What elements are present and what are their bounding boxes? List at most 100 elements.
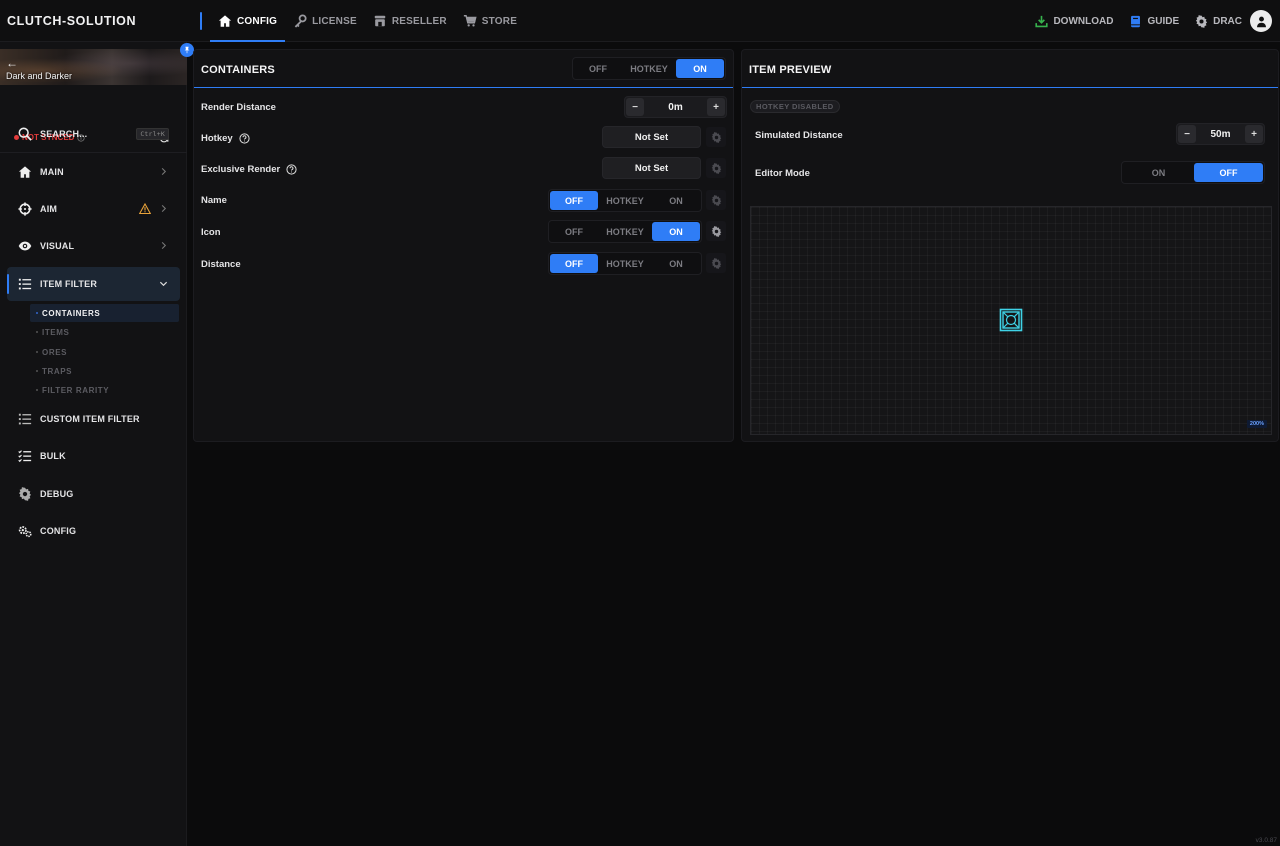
tab-store[interactable]: STORE (455, 0, 525, 42)
avatar[interactable] (1250, 10, 1272, 32)
eye-icon (18, 241, 32, 251)
crosshair-icon (18, 202, 32, 216)
toggle-hotkey[interactable]: HOTKEY (598, 222, 652, 241)
toggle-off[interactable]: OFF (1194, 163, 1263, 182)
toggle-on[interactable]: ON (676, 59, 724, 78)
sidebar-item-bulk[interactable]: BULK (7, 439, 180, 473)
sidebar-search[interactable]: SEARCH... Ctrl+K (7, 117, 180, 151)
hotkey-button[interactable]: Not Set (602, 126, 701, 148)
sidebar-item-visual[interactable]: VISUAL (7, 229, 180, 263)
sidebar-subitem-containers[interactable]: CONTAINERS (30, 304, 179, 322)
sidebar-item-main[interactable]: MAIN (7, 155, 180, 189)
sidebar-item-debug[interactable]: DEBUG (7, 477, 180, 511)
hotkey-label: Hotkey (201, 133, 250, 144)
brand-separator (200, 12, 202, 30)
checklist-icon (18, 450, 32, 463)
sidebar-item-config[interactable]: CONFIG (7, 514, 180, 548)
distance-settings-button[interactable] (706, 253, 726, 273)
chest-preview-icon[interactable] (999, 308, 1023, 332)
sidebar-item-label: AIM (40, 204, 58, 214)
chevron-right-icon (161, 204, 167, 213)
toggle-off[interactable]: OFF (550, 254, 598, 273)
name-text: Name (201, 195, 227, 206)
toggle-on[interactable]: ON (652, 191, 700, 210)
main-nav: CONFIG LICENSE RESELLER STORE (210, 0, 525, 42)
chevron-down-icon (159, 281, 168, 287)
exclusive-render-text: Exclusive Render (201, 164, 281, 175)
exclusive-render-label: Exclusive Render (201, 164, 297, 175)
simulated-distance-value[interactable]: 50m (1197, 129, 1244, 140)
game-banner[interactable]: ← Dark and Darker (0, 49, 187, 85)
search-shortcut: Ctrl+K (136, 128, 169, 140)
preview-canvas[interactable]: 200% (750, 206, 1272, 435)
distance-text: Distance (201, 259, 241, 270)
gear-icon (711, 194, 721, 206)
hotkey-disabled-badge: HOTKEY DISABLED (750, 100, 840, 113)
pin-button[interactable] (180, 43, 194, 57)
sidebar-item-aim[interactable]: AIM (7, 192, 180, 226)
sidebar-item-label: BULK (40, 451, 66, 461)
sidebar-subitem-traps[interactable]: TRAPS (30, 362, 179, 380)
sidebar-subitem-filter-rarity[interactable]: FILTER RARITY (30, 381, 179, 399)
exclusive-render-settings-button[interactable] (706, 158, 726, 178)
subitem-label: CONTAINERS (42, 308, 101, 318)
render-distance-value[interactable]: 0m (645, 102, 706, 113)
toggle-hotkey[interactable]: HOTKEY (622, 59, 676, 78)
sidebar-item-label: CONFIG (40, 526, 77, 536)
subitem-label: ITEMS (42, 327, 70, 337)
help-icon[interactable] (286, 164, 297, 175)
top-right-actions: DOWNLOAD GUIDE DRAC (1035, 0, 1272, 42)
tab-store-label: STORE (481, 15, 518, 27)
toggle-off[interactable]: OFF (574, 59, 622, 78)
editor-mode-label: Editor Mode (755, 168, 810, 179)
pin-icon (184, 46, 190, 54)
download-button[interactable]: DOWNLOAD (1035, 15, 1113, 28)
render-distance-label: Render Distance (201, 102, 276, 113)
editor-mode-text: Editor Mode (755, 168, 810, 179)
distance-toggle: OFF HOTKEY ON (548, 252, 702, 275)
gear-icon (711, 225, 721, 237)
simulated-distance-stepper: − 50m + (1176, 123, 1265, 145)
sidebar-item-custom-item-filter[interactable]: CUSTOM ITEM FILTER (7, 402, 180, 436)
increment-button[interactable]: + (1245, 125, 1263, 143)
icon-label: Icon (201, 227, 221, 238)
toggle-hotkey[interactable]: HOTKEY (598, 191, 652, 210)
store-icon (374, 15, 386, 27)
guide-button[interactable]: GUIDE (1129, 15, 1179, 28)
subitem-label: FILTER RARITY (42, 385, 110, 395)
tab-config[interactable]: CONFIG (210, 0, 286, 42)
tab-reseller-label: RESELLER (391, 15, 447, 27)
name-settings-button[interactable] (706, 190, 726, 210)
cart-icon (463, 15, 477, 27)
toggle-off[interactable]: OFF (550, 191, 598, 210)
increment-button[interactable]: + (707, 98, 725, 116)
toggle-off[interactable]: OFF (550, 222, 598, 241)
hotkey-settings-button[interactable] (706, 127, 726, 147)
preview-header: ITEM PREVIEW (742, 50, 1278, 88)
decrement-button[interactable]: − (626, 98, 644, 116)
exclusive-render-button[interactable]: Not Set (602, 157, 701, 179)
sidebar-item-item-filter[interactable]: ITEM FILTER (7, 267, 180, 301)
zoom-tag: 200% (1246, 420, 1267, 428)
sidebar-item-label: CUSTOM ITEM FILTER (40, 414, 140, 424)
containers-master-toggle: OFF HOTKEY ON (572, 57, 726, 80)
distance-label: Distance (201, 259, 241, 270)
editor-mode-toggle: ON OFF (1121, 161, 1265, 184)
tab-license[interactable]: LICENSE (285, 0, 365, 42)
toggle-hotkey[interactable]: HOTKEY (598, 254, 652, 273)
back-arrow-icon[interactable]: ← (6, 57, 18, 69)
decrement-button[interactable]: − (1178, 125, 1196, 143)
toggle-on[interactable]: ON (652, 222, 700, 241)
toggle-on[interactable]: ON (1123, 163, 1194, 182)
icon-settings-button[interactable] (706, 221, 726, 241)
search-label: SEARCH... (40, 129, 88, 139)
version-label: v3.0.87 (1255, 837, 1277, 844)
icon-toggle: OFF HOTKEY ON (548, 220, 702, 243)
help-icon[interactable] (239, 133, 250, 144)
user-settings-button[interactable]: DRAC (1195, 14, 1242, 28)
tab-reseller[interactable]: RESELLER (365, 0, 455, 42)
sidebar-subitem-items[interactable]: ITEMS (30, 323, 179, 341)
sidebar-subitem-ores[interactable]: ORES (30, 343, 179, 361)
bullet-icon (36, 389, 38, 391)
toggle-on[interactable]: ON (652, 254, 700, 273)
